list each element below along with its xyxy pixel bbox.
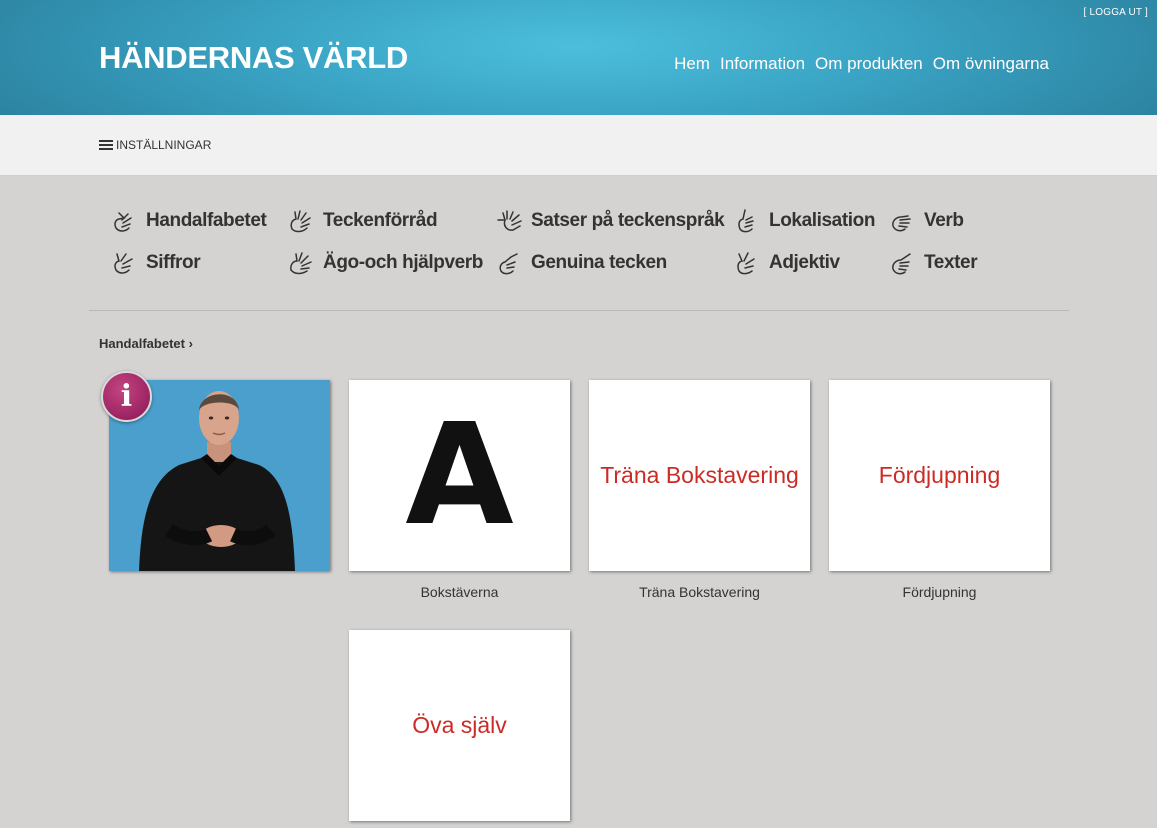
- category-label: Genuina tecken: [531, 252, 667, 273]
- card-caption-advanced: Fördjupning: [902, 584, 977, 600]
- menu-icon: [99, 139, 113, 151]
- hand-sign-icon: [290, 252, 312, 275]
- letter-a-glyph: A: [405, 393, 514, 557]
- category-label: Satser på teckenspråk: [531, 210, 725, 231]
- category-label: Handalfabetet: [146, 210, 267, 231]
- nav-home[interactable]: Hem: [674, 54, 710, 74]
- logout-link[interactable]: [ LOGGA UT ]: [1084, 7, 1148, 18]
- card-advanced[interactable]: Fördjupning: [829, 380, 1050, 571]
- category-label: Lokalisation: [769, 210, 876, 231]
- hand-sign-icon: [892, 253, 911, 275]
- top-navigation: Hem Information Om produkten Om övningar…: [674, 54, 1049, 74]
- category-label: Siffror: [146, 252, 201, 273]
- nav-about-product[interactable]: Om produkten: [815, 54, 923, 74]
- category-label: Ägo-och hjälpverb: [323, 252, 483, 273]
- hand-sign-icon: [892, 215, 911, 232]
- settings-button[interactable]: INSTÄLLNINGAR: [99, 138, 211, 152]
- nav-information[interactable]: Information: [720, 54, 805, 74]
- info-icon[interactable]: i: [101, 371, 152, 422]
- hand-sign-icon: [290, 210, 311, 233]
- settings-bar: INSTÄLLNINGAR: [0, 115, 1157, 176]
- category-label: Teckenförråd: [323, 210, 438, 231]
- card-title: Träna Bokstavering: [600, 462, 799, 488]
- category-label: Adjektiv: [769, 252, 840, 273]
- hand-sign-icon: [497, 210, 522, 231]
- category-satser[interactable]: Satser på teckenspråk: [495, 208, 725, 234]
- nav-about-exercises[interactable]: Om övningarna: [933, 54, 1049, 74]
- card-title: Öva själv: [412, 712, 507, 738]
- category-verb[interactable]: Verb: [888, 208, 964, 234]
- category-adjektiv[interactable]: Adjektiv: [733, 250, 840, 276]
- hand-sign-icon: [738, 209, 754, 233]
- category-teckenforrad[interactable]: Teckenförråd: [287, 208, 438, 234]
- category-siffror[interactable]: Siffror: [110, 250, 201, 276]
- card-letters[interactable]: A: [349, 380, 570, 571]
- card-practice-self[interactable]: Öva själv: [349, 630, 570, 821]
- category-lokalisation[interactable]: Lokalisation: [733, 208, 875, 234]
- category-texter[interactable]: Texter: [888, 250, 978, 276]
- card-title: Fördjupning: [878, 462, 1001, 488]
- category-genuina-tecken[interactable]: Genuina tecken: [495, 250, 667, 276]
- site-header: [ LOGGA UT ] HÄNDERNAS VÄRLD Hem Informa…: [0, 0, 1157, 115]
- breadcrumb[interactable]: Handalfabetet ›: [99, 336, 193, 351]
- hand-sign-icon: [499, 253, 518, 275]
- hand-sign-icon: [114, 212, 132, 232]
- divider: [89, 310, 1069, 311]
- site-title[interactable]: HÄNDERNAS VÄRLD: [99, 40, 408, 76]
- card-caption-letters: Bokstäverna: [420, 584, 499, 600]
- category-label: Verb: [924, 210, 964, 231]
- hand-sign-icon: [114, 253, 133, 274]
- category-ago-hjalpverb[interactable]: Ägo-och hjälpverb: [287, 250, 483, 276]
- card-practice-spelling[interactable]: Träna Bokstavering: [589, 380, 810, 571]
- card-caption-practice: Träna Bokstavering: [639, 584, 760, 600]
- category-handalfabetet[interactable]: Handalfabetet: [110, 208, 267, 234]
- category-label: Texter: [924, 252, 978, 273]
- hand-sign-icon: [737, 252, 755, 275]
- settings-label: INSTÄLLNINGAR: [116, 138, 212, 152]
